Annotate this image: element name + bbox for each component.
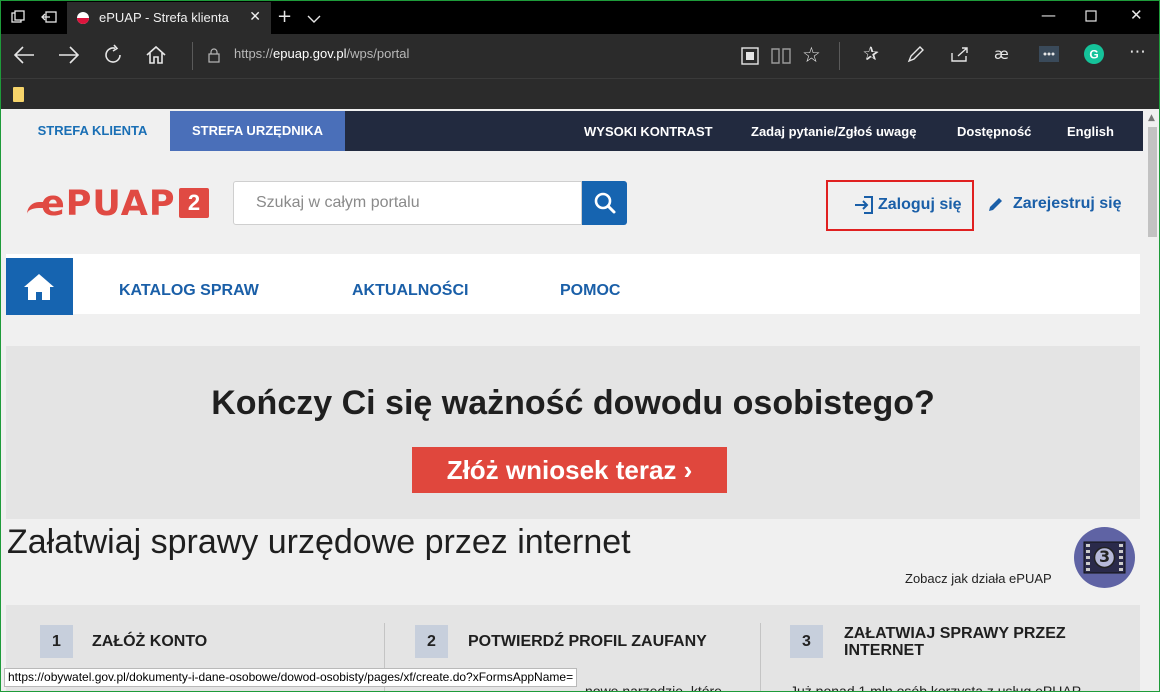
id-card-banner: Kończy Ci się ważność dowodu osobistego?… <box>6 346 1140 519</box>
logo-badge: 2 <box>179 188 209 218</box>
close-window-icon[interactable]: ✕ <box>1130 6 1143 24</box>
menu-item-catalog[interactable]: KATALOG SPRAW <box>119 282 259 300</box>
link-status-bar: https://obywatel.gov.pl/dokumenty-i-dane… <box>4 668 578 687</box>
navigation-bar: https://epuap.gov.pl/wps/portal ☆ ✰ æ G … <box>1 34 1159 78</box>
main-menu: KATALOG SPRAW AKTUALNOŚCI POMOC <box>6 254 1140 315</box>
step-title: ZAŁATWIAJ SPRAWY PRZEZ INTERNET <box>844 625 1066 659</box>
ae-extension-icon[interactable]: æ <box>994 45 1009 63</box>
scroll-up-arrow-icon[interactable]: ▲ <box>1148 113 1155 123</box>
step-description: Już ponad 1 mln osób korzysta z usług eP… <box>790 683 1084 692</box>
minimize-icon[interactable]: — <box>1041 6 1056 24</box>
tab-official-zone[interactable]: STREFA URZĘDNIKA <box>170 111 345 151</box>
back-icon[interactable] <box>13 45 35 69</box>
section-title: Załatwiaj sprawy urzędowe przez internet <box>7 523 631 561</box>
accessibility-link[interactable]: Dostępność <box>957 124 1031 139</box>
login-label: Zaloguj się <box>878 196 962 213</box>
browser-window: ePUAP - Strefa klienta ✕ + — ✕ https://e… <box>0 0 1160 692</box>
flag-favicon-icon <box>77 12 89 24</box>
page-scrollbar[interactable]: ▲ <box>1144 109 1159 691</box>
close-tab-icon[interactable]: ✕ <box>249 8 261 25</box>
tab-client-zone[interactable]: STREFA KLIENTA <box>15 111 170 151</box>
home-browser-icon[interactable] <box>145 44 167 70</box>
submit-application-button[interactable]: Złóż wniosek teraz › <box>412 447 727 493</box>
logo-text: ePUAP <box>41 184 176 224</box>
svg-text:G: G <box>1089 48 1098 62</box>
refresh-icon[interactable] <box>102 44 124 70</box>
forward-icon[interactable] <box>58 45 80 69</box>
address-path: /wps/portal <box>346 46 410 61</box>
scroll-thumb[interactable] <box>1148 127 1157 237</box>
search-box <box>233 181 582 225</box>
login-icon <box>855 196 873 214</box>
favorite-folder-icon[interactable] <box>13 87 24 102</box>
register-label: Zarejestruj się <box>1013 195 1122 212</box>
new-tab-icon[interactable]: + <box>277 6 292 27</box>
nav-separator <box>192 42 193 70</box>
banner-title: Kończy Ci się ważność dowodu osobistego? <box>211 384 935 422</box>
page-viewport: STREFA KLIENTA STREFA URZĘDNIKA WYSOKI K… <box>1 109 1159 692</box>
address-scheme: https:// <box>234 46 274 61</box>
pen-notes-icon[interactable] <box>906 44 926 68</box>
lock-icon[interactable] <box>208 48 220 67</box>
active-tab[interactable]: ePUAP - Strefa klienta ✕ <box>67 2 271 34</box>
puzzle-extension-icon[interactable] <box>740 46 760 70</box>
ask-question-link[interactable]: Zadaj pytanie/Zgłoś uwagę <box>751 124 916 139</box>
step-description: nowe narzędzie, które <box>585 683 722 692</box>
home-icon <box>24 274 54 300</box>
more-menu-icon[interactable]: ⋯ <box>1129 42 1146 62</box>
address-host: epuap.gov.pl <box>273 46 347 61</box>
step-title: ZAŁÓŻ KONTO <box>92 633 208 650</box>
high-contrast-link[interactable]: WYSOKI KONTRAST <box>584 124 713 139</box>
toolbar-separator <box>839 42 840 70</box>
grammarly-icon[interactable]: G <box>1083 43 1105 69</box>
favorites-bar <box>1 78 1159 109</box>
reading-view-icon[interactable] <box>770 46 792 70</box>
tabs-aside-icon[interactable] <box>11 9 25 28</box>
home-button[interactable] <box>6 258 73 315</box>
tab-title: ePUAP - Strefa klienta <box>99 10 229 25</box>
address-bar[interactable]: https://epuap.gov.pl/wps/portal <box>234 46 409 61</box>
pencil-icon <box>989 198 1002 211</box>
step-number: 2 <box>415 625 448 658</box>
share-icon[interactable] <box>950 45 970 67</box>
login-highlight-box: Zaloguj się <box>826 180 974 231</box>
tab-back-icon[interactable] <box>41 9 57 28</box>
top-zone-nav: STREFA KLIENTA STREFA URZĘDNIKA WYSOKI K… <box>15 111 1143 151</box>
howto-video-button[interactable]: 3 <box>1074 527 1135 588</box>
favorite-star-icon[interactable]: ☆ <box>802 43 821 67</box>
tab-list-chevron-icon[interactable] <box>307 9 321 28</box>
menu-item-news[interactable]: AKTUALNOŚCI <box>352 282 468 300</box>
maximize-icon[interactable] <box>1085 8 1097 26</box>
login-link[interactable]: Zaloguj się <box>855 196 962 214</box>
tab-bar: ePUAP - Strefa klienta ✕ + — ✕ <box>1 1 1159 34</box>
menu-item-help[interactable]: POMOC <box>560 282 620 300</box>
english-link[interactable]: English <box>1067 124 1114 139</box>
search-icon <box>594 192 616 214</box>
dark-extension-icon[interactable] <box>1038 44 1060 68</box>
favorites-hub-icon[interactable]: ✰ <box>863 43 879 65</box>
search-input[interactable] <box>234 182 581 224</box>
search-button[interactable] <box>582 181 627 225</box>
step-number: 1 <box>40 625 73 658</box>
step-number: 3 <box>790 625 823 658</box>
howto-badge: 3 <box>1099 547 1111 566</box>
howto-caption[interactable]: Zobacz jak działa ePUAP <box>905 571 1052 586</box>
step-title: POTWIERDŹ PROFIL ZAUFANY <box>468 633 707 650</box>
step-separator <box>760 623 761 691</box>
